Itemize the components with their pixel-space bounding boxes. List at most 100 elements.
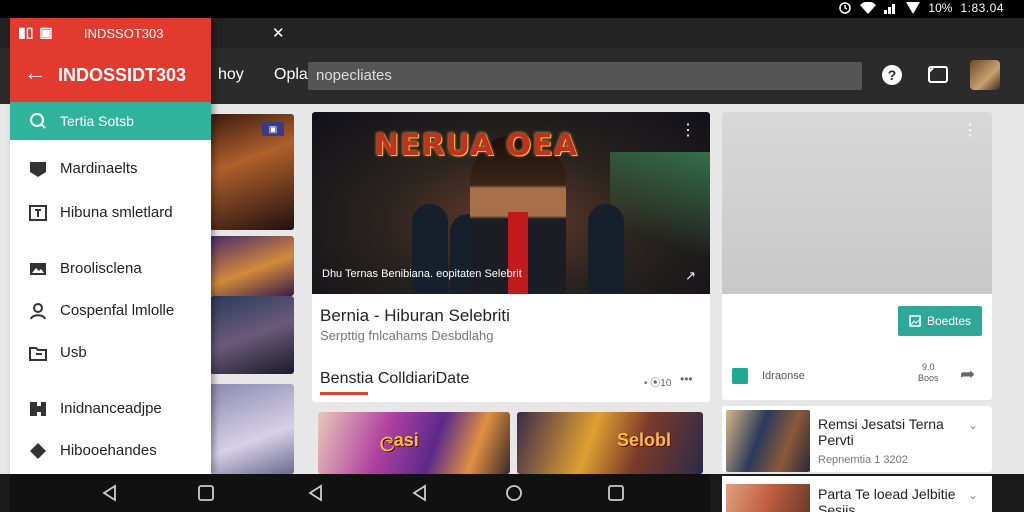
svg-text:?: ? xyxy=(888,67,897,83)
video-thumbnail[interactable] xyxy=(210,296,294,374)
drawer-item-3[interactable]: Cospenfal lmlolle xyxy=(10,294,211,328)
signal-icon xyxy=(884,4,896,14)
card-subtitle: Serpttig fnlcahams Desbdlahg xyxy=(320,328,494,343)
drawer-item-1[interactable]: Hibuna smletlard xyxy=(10,196,211,230)
back-arrow-icon[interactable]: ← xyxy=(24,60,46,86)
more-vert-icon[interactable]: ⋮ xyxy=(962,120,978,140)
drawer-item-label: Broolisclena xyxy=(60,260,142,277)
drawer-item-5[interactable]: Inidnanceadjpe xyxy=(10,392,211,426)
program-thumbnail[interactable]: Selobl xyxy=(517,412,703,474)
featured-image[interactable]: NERUA OEA Dhu Ternas Benibiana. eopitate… xyxy=(312,112,710,294)
home-icon[interactable] xyxy=(504,484,524,502)
view-count-value: 9.0 xyxy=(922,362,935,372)
view-count-unit: Boos xyxy=(918,373,939,383)
alarm-icon xyxy=(839,2,852,14)
side-card-image[interactable] xyxy=(722,112,992,294)
drawer-top-title: INDSSOT303 xyxy=(84,26,164,41)
view-count: 9.0 Boos xyxy=(918,362,939,384)
back-icon[interactable] xyxy=(100,484,120,502)
inbox-icon xyxy=(30,162,46,177)
list-title[interactable]: Remsi Jesatsi Terna Pervti xyxy=(818,416,958,448)
hero-caption: Dhu Ternas Benibiana. eopitaten Selebrit xyxy=(322,268,522,280)
drawer-item-label: Hibuna smletlard xyxy=(60,204,173,221)
thumbnail-title: ලasi xyxy=(380,430,419,450)
drawer-item-label: Hibooehandes xyxy=(60,442,157,459)
recents-icon[interactable] xyxy=(196,484,216,502)
system-nav-bar xyxy=(10,474,710,512)
section-title: Benstia ColldiariDate xyxy=(320,370,470,387)
drawer-item-label: Inidnanceadjpe xyxy=(60,400,162,417)
thumbnail-title: Selobl xyxy=(617,430,672,450)
drawer-item-label: Mardinaelts xyxy=(60,160,138,177)
image-icon xyxy=(909,315,921,327)
status-bar: 10% 1:83.04 xyxy=(0,0,1024,18)
drawer-top-strip: ▮▯ ▣ INDSSOT303 xyxy=(10,18,211,48)
drawer-item-4[interactable]: Usb xyxy=(10,336,211,370)
drawer-title: INDOSSIDT303 xyxy=(58,65,187,85)
badge-icon: ▣ xyxy=(262,122,284,136)
side-card-footer: Idraonse 9.0 Boos ➦ xyxy=(732,362,982,388)
clock: 1:83.04 xyxy=(960,1,1004,15)
subscribe-label: Boedtes xyxy=(926,314,972,328)
drawer-item-label: Tertia Sotsb xyxy=(60,113,134,129)
list-item[interactable]: Remsi Jesatsi Terna Pervti Repnemtia 1 3… xyxy=(722,406,992,472)
back-icon[interactable] xyxy=(410,484,430,502)
drawer-header: ← INDOSSIDT303 xyxy=(10,48,211,102)
list-date: Repnemtia 1 3202 xyxy=(818,454,908,466)
performer-figure xyxy=(588,204,624,294)
tv-icon xyxy=(29,205,47,221)
drawer-item-6[interactable]: Hibooehandes xyxy=(10,434,211,468)
card-title[interactable]: Bernia - Hiburan Selebriti xyxy=(320,306,510,326)
video-thumbnail[interactable]: ▣ xyxy=(210,114,294,230)
wifi-icon xyxy=(860,2,877,14)
list-thumbnail[interactable] xyxy=(726,410,810,472)
subscribe-button[interactable]: Boedtes xyxy=(898,306,982,336)
search-icon xyxy=(30,113,46,129)
red-scarf xyxy=(508,212,528,294)
section-meta: • ⦿10 xyxy=(644,378,672,389)
drawer-item-2[interactable]: Broolisclena xyxy=(10,252,211,286)
avatar[interactable] xyxy=(970,60,1000,90)
notification-icon: ▮▯ xyxy=(18,24,34,40)
share-icon[interactable]: ➦ xyxy=(960,364,975,385)
performer-figure xyxy=(412,204,448,294)
video-thumbnail[interactable] xyxy=(210,236,294,296)
list-item[interactable]: Parta Te loead Jelbitie Sesiis ⌄ xyxy=(722,476,992,512)
hero-title: NERUA OEA xyxy=(374,128,579,163)
list-thumbnail[interactable] xyxy=(726,484,810,512)
drawer-item-search[interactable]: Tertia Sotsb xyxy=(10,102,211,140)
featured-card[interactable]: NERUA OEA Dhu Ternas Benibiana. eopitate… xyxy=(312,112,710,402)
data-icon xyxy=(906,2,921,14)
more-vert-icon[interactable]: ⋮ xyxy=(680,120,696,140)
list-title[interactable]: Parta Te loead Jelbitie Sesiis xyxy=(818,486,968,512)
chevron-down-icon[interactable]: ⌄ xyxy=(968,418,978,432)
stage-light xyxy=(610,152,710,272)
drawer-item-label: Cospenfal lmlolle xyxy=(60,302,175,319)
tag-icon xyxy=(30,443,46,459)
app-icon xyxy=(732,368,748,384)
side-card-label: Idraonse xyxy=(762,370,805,382)
program-thumbnail[interactable]: ලasi xyxy=(318,412,510,474)
chevron-down-icon[interactable]: ⌄ xyxy=(968,488,978,502)
drawer-status-icons: ▮▯ ▣ xyxy=(18,24,53,41)
share-icon[interactable]: ↗ xyxy=(685,268,696,284)
image-icon xyxy=(30,263,46,275)
puzzle-icon xyxy=(30,402,46,416)
section-underline xyxy=(320,392,368,395)
battery-text: 10% xyxy=(928,1,953,15)
folder-icon xyxy=(29,347,47,361)
tab-today[interactable]: hoy xyxy=(218,66,244,84)
close-icon[interactable]: ✕ xyxy=(272,24,285,42)
drawer-item-label: Usb xyxy=(60,344,87,361)
search-input[interactable]: nopecliates xyxy=(308,62,862,90)
more-horiz-icon[interactable]: ••• xyxy=(680,372,693,386)
person-icon xyxy=(30,303,46,320)
drawer-item-0[interactable]: Mardinaelts xyxy=(10,152,211,186)
recents-icon[interactable] xyxy=(606,484,626,502)
window-icon: ▣ xyxy=(39,24,53,40)
cast-icon[interactable] xyxy=(926,63,950,87)
back-icon[interactable] xyxy=(306,484,326,502)
video-thumbnail[interactable] xyxy=(210,384,294,474)
help-icon[interactable]: ? xyxy=(880,63,904,87)
side-card[interactable]: ⋮ Boedtes Idraonse 9.0 Boos ➦ xyxy=(722,112,992,400)
